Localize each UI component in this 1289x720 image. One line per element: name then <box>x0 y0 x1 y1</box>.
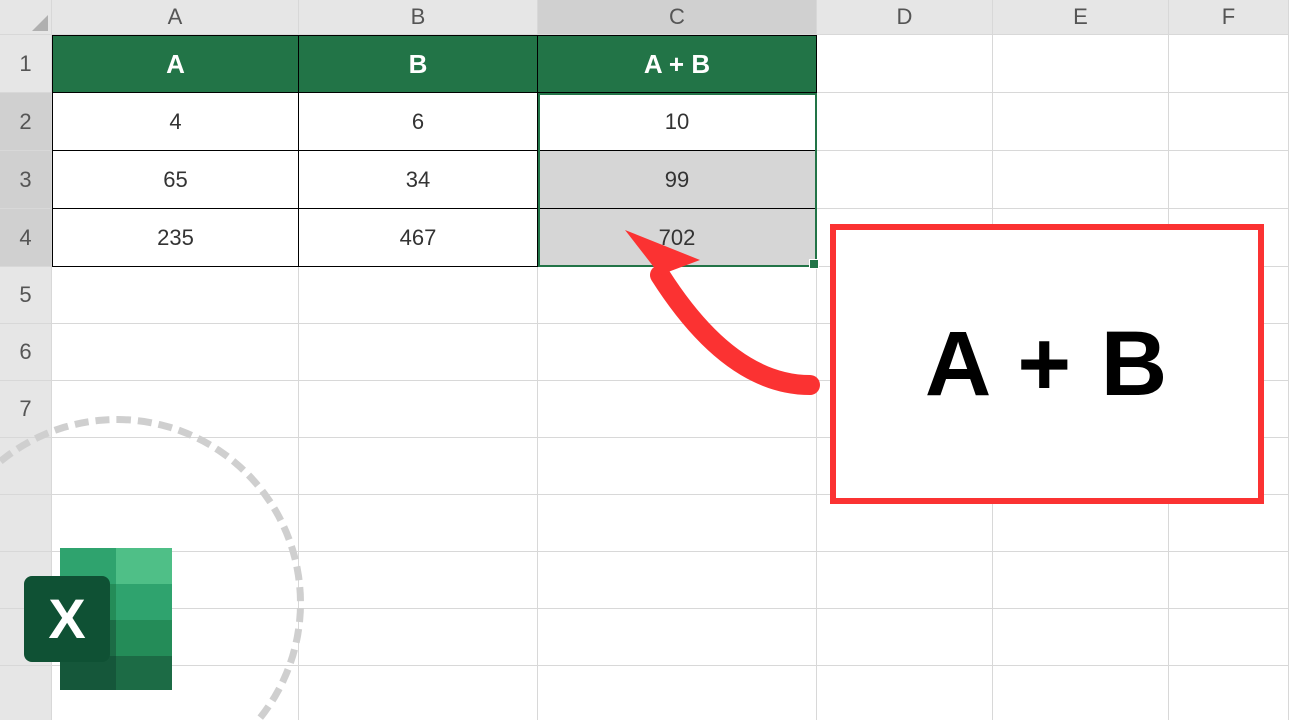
cell-A7[interactable] <box>52 381 299 438</box>
cell-F3[interactable] <box>1169 151 1289 209</box>
annotation-callout: A + B <box>830 224 1264 504</box>
cell-F1[interactable] <box>1169 35 1289 93</box>
cell-E3[interactable] <box>993 151 1169 209</box>
cell-blank[interactable] <box>299 438 538 495</box>
cell-blank[interactable] <box>993 552 1169 609</box>
cell-B3[interactable]: 34 <box>299 151 538 209</box>
cell-blank[interactable] <box>817 609 993 666</box>
cell-blank[interactable] <box>1169 666 1289 720</box>
cell-A6[interactable] <box>52 324 299 381</box>
row-header-7[interactable]: 7 <box>0 381 52 438</box>
cell-blank[interactable] <box>538 666 817 720</box>
row-header-3[interactable]: 3 <box>0 151 52 209</box>
excel-icon: X <box>18 542 183 697</box>
cell-A2[interactable]: 4 <box>52 93 299 151</box>
cell-blank[interactable] <box>299 666 538 720</box>
cell-A1[interactable]: A <box>52 35 299 93</box>
cell-blank[interactable] <box>52 438 299 495</box>
cell-blank[interactable] <box>817 552 993 609</box>
col-header-A[interactable]: A <box>52 0 299 35</box>
col-header-D[interactable]: D <box>817 0 993 35</box>
cell-blank[interactable] <box>1169 552 1289 609</box>
cell-C2[interactable]: 10 <box>538 93 817 151</box>
annotation-text: A + B <box>925 312 1169 417</box>
excel-logo: X <box>18 542 183 702</box>
cell-E2[interactable] <box>993 93 1169 151</box>
cell-blank[interactable] <box>299 552 538 609</box>
cell-A5[interactable] <box>52 267 299 324</box>
svg-text:X: X <box>48 587 85 650</box>
cell-E1[interactable] <box>993 35 1169 93</box>
row-header-1[interactable]: 1 <box>0 35 52 93</box>
cell-blank[interactable] <box>538 609 817 666</box>
cell-B4[interactable]: 467 <box>299 209 538 267</box>
row-header-4[interactable]: 4 <box>0 209 52 267</box>
cell-C4[interactable]: 702 <box>538 209 817 267</box>
cell-B7[interactable] <box>299 381 538 438</box>
row-header-5[interactable]: 5 <box>0 267 52 324</box>
cell-B2[interactable]: 6 <box>299 93 538 151</box>
row-header-2[interactable]: 2 <box>0 93 52 151</box>
cell-blank[interactable] <box>1169 609 1289 666</box>
col-header-C[interactable]: C <box>538 0 817 35</box>
cell-blank[interactable] <box>993 609 1169 666</box>
cell-A3[interactable]: 65 <box>52 151 299 209</box>
row-header-blank[interactable] <box>0 438 52 495</box>
cell-blank[interactable] <box>299 495 538 552</box>
cell-F2[interactable] <box>1169 93 1289 151</box>
cell-blank[interactable] <box>817 666 993 720</box>
cell-blank[interactable] <box>299 609 538 666</box>
row-header-6[interactable]: 6 <box>0 324 52 381</box>
cell-D1[interactable] <box>817 35 993 93</box>
cell-C7[interactable] <box>538 381 817 438</box>
cell-blank[interactable] <box>538 438 817 495</box>
col-header-E[interactable]: E <box>993 0 1169 35</box>
cell-D2[interactable] <box>817 93 993 151</box>
cell-C5[interactable] <box>538 267 817 324</box>
select-all-corner[interactable] <box>0 0 52 35</box>
cell-D3[interactable] <box>817 151 993 209</box>
cell-B1[interactable]: B <box>299 35 538 93</box>
cell-C6[interactable] <box>538 324 817 381</box>
cell-blank[interactable] <box>993 666 1169 720</box>
col-header-B[interactable]: B <box>299 0 538 35</box>
col-header-F[interactable]: F <box>1169 0 1289 35</box>
cell-B5[interactable] <box>299 267 538 324</box>
cell-C1[interactable]: A + B <box>538 35 817 93</box>
cell-A4[interactable]: 235 <box>52 209 299 267</box>
cell-C3[interactable]: 99 <box>538 151 817 209</box>
cell-blank[interactable] <box>538 552 817 609</box>
cell-B6[interactable] <box>299 324 538 381</box>
cell-blank[interactable] <box>538 495 817 552</box>
